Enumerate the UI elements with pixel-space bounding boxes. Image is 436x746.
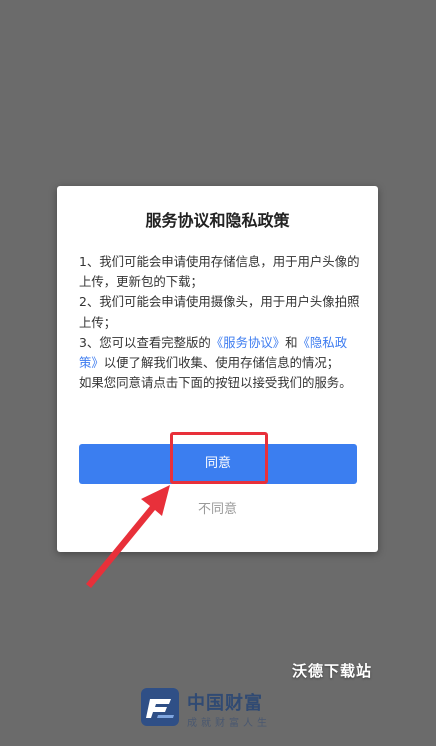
policy-links-suffix: 以便了解我们收集、使用存储信息的情况； <box>103 355 340 371</box>
permission-item-storage: 1、我们可能会申请使用存储信息，用于用户头像的上传，更新包的下载； <box>79 254 360 290</box>
disagree-button[interactable]: 不同意 <box>57 496 378 524</box>
dialog-body: 1、我们可能会申请使用存储信息，用于用户头像的上传，更新包的下载； 2、我们可能… <box>79 252 361 393</box>
policy-links-paragraph: 3、您可以查看完整版的《服务协议》和《隐私政策》以便了解我们收集、使用存储信息的… <box>79 333 361 373</box>
policy-links-prefix: 3、您可以查看完整版的 <box>79 334 211 350</box>
watermark-text: 沃德下载站 <box>292 662 373 680</box>
brand-name: 中国财富 <box>187 693 263 714</box>
consent-text: 如果您同意请点击下面的按钮以接受我们的服务。 <box>79 375 352 391</box>
brand-footer: 中国财富 成就财富人生 <box>141 688 301 732</box>
brand-slogan: 成就财富人生 <box>187 718 271 729</box>
privacy-dialog: 服务协议和隐私政策 1、我们可能会申请使用存储信息，用于用户头像的上传，更新包的… <box>57 186 378 552</box>
annotation-highlight-box <box>170 432 268 484</box>
policy-links-and: 和 <box>285 334 298 350</box>
permission-item-camera: 2、我们可能会申请使用摄像头，用于用户头像拍照上传； <box>79 294 360 330</box>
service-agreement-link[interactable]: 《服务协议》 <box>211 335 285 350</box>
logo-icon <box>141 688 179 726</box>
dialog-title: 服务协议和隐私政策 <box>145 211 290 230</box>
